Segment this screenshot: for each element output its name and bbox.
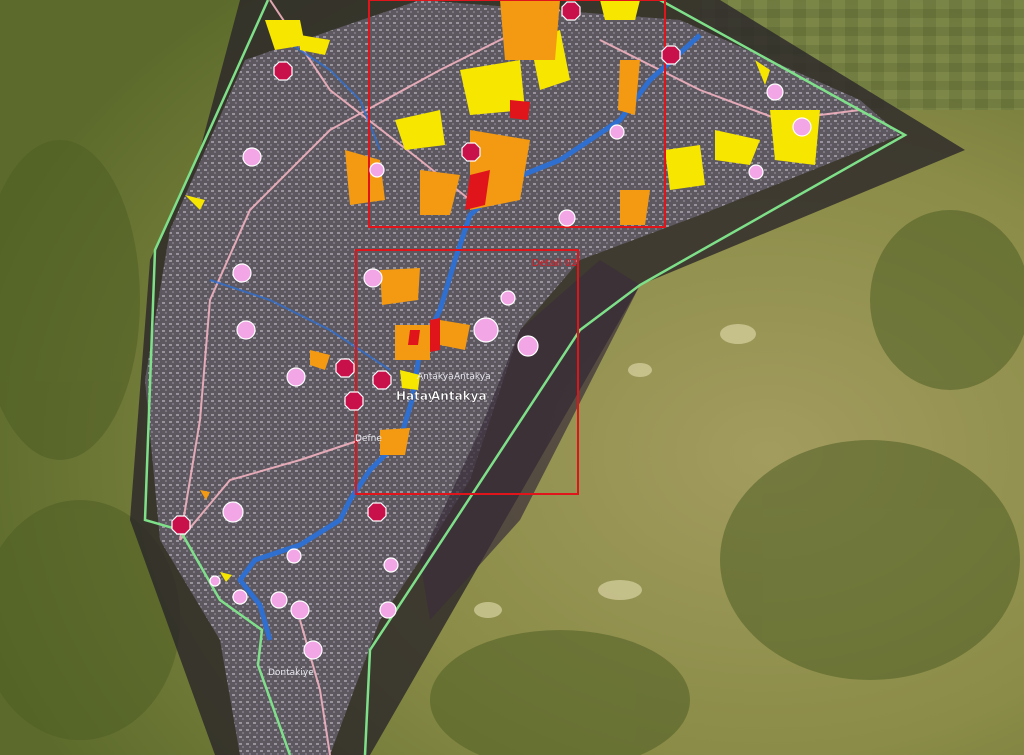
shelter-marker xyxy=(242,147,262,167)
shelter-marker xyxy=(748,164,764,180)
shelter-marker xyxy=(222,501,244,523)
shelter-marker xyxy=(500,290,516,306)
shelter-marker xyxy=(558,209,576,227)
hospital-marker xyxy=(367,502,387,522)
shelter-marker xyxy=(473,317,499,343)
hospital-marker xyxy=(335,358,355,378)
shelter-marker xyxy=(517,335,539,357)
shelter-marker xyxy=(286,548,302,564)
shelter-marker xyxy=(792,117,812,137)
hospital-marker xyxy=(461,142,481,162)
hospital-marker xyxy=(273,61,293,81)
shelter-marker xyxy=(270,591,288,609)
place-label-antakya-small-2: Antakya xyxy=(454,372,491,382)
place-label-antakya-small-1: Antakya xyxy=(417,372,454,382)
shelter-marker xyxy=(379,601,397,619)
place-label-defne: Defne xyxy=(355,434,382,444)
shelter-marker xyxy=(363,268,383,288)
shelter-marker xyxy=(290,600,310,620)
shelter-marker xyxy=(286,367,306,387)
shelter-marker xyxy=(232,263,252,283)
shelter-marker xyxy=(303,640,323,660)
hospital-marker xyxy=(344,391,364,411)
detail-frame-label: Detail 02 xyxy=(532,258,577,269)
shelter-marker xyxy=(383,557,399,573)
place-label-dontakiye: Dontakiye xyxy=(268,668,314,678)
shelter-marker xyxy=(766,83,784,101)
shelter-marker xyxy=(609,124,625,140)
place-label-hatay: Hatay xyxy=(396,389,436,403)
hospital-marker xyxy=(372,370,392,390)
satellite-damage-map: Detail 02 Antakya Antakya Hatay Antakya … xyxy=(0,0,1024,755)
shelter-marker xyxy=(236,320,256,340)
hospital-marker xyxy=(661,45,681,65)
hospital-marker xyxy=(171,515,191,535)
place-label-antakya: Antakya xyxy=(431,389,487,403)
shelter-marker xyxy=(232,589,248,605)
shelter-marker xyxy=(369,162,385,178)
hospital-marker xyxy=(561,1,581,21)
shelter-marker xyxy=(209,575,221,587)
